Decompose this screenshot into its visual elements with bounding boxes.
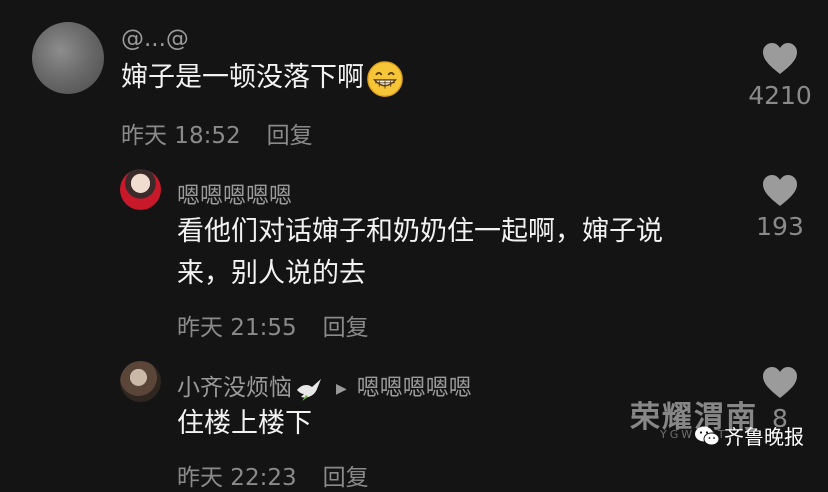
comment-time: 昨天 21:55 (177, 315, 297, 341)
reply-button[interactable]: 回复 (323, 315, 369, 341)
comment-username[interactable]: 小齐没烦恼 (177, 375, 292, 401)
like-count: 193 (756, 212, 804, 241)
like-heart-icon[interactable] (762, 174, 798, 208)
comment-text: 住楼上楼下 (177, 408, 312, 439)
comment-username[interactable]: @...@ (121, 26, 189, 52)
wechat-icon (695, 426, 720, 445)
comment-text-content: 婶子是一顿没落下啊 (121, 62, 364, 93)
comment-text-line1: 看他们对话婶子和奶奶住一起啊，婶子说 (177, 216, 663, 247)
reply-button[interactable]: 回复 (267, 123, 313, 149)
comment-time: 昨天 22:23 (177, 465, 297, 491)
comment-text: 婶子是一顿没落下啊 (121, 55, 404, 100)
brand-name: 齐鲁晚报 (724, 425, 804, 449)
like-count: 4210 (748, 81, 812, 110)
grinning-face-icon (367, 60, 403, 97)
user-avatar[interactable] (32, 22, 104, 94)
reply-header: 小齐没烦恼 ▶ 嗯嗯嗯嗯嗯 (177, 368, 472, 402)
comment-text-line2: 来，别人说的去 (177, 258, 366, 289)
like-heart-icon[interactable] (762, 42, 798, 76)
user-avatar[interactable] (120, 361, 161, 402)
dove-icon (297, 378, 321, 401)
like-heart-icon[interactable] (762, 366, 798, 400)
comment-username[interactable]: 嗯嗯嗯嗯嗯 (177, 176, 292, 210)
reply-arrow-icon: ▶ (336, 380, 347, 397)
reply-to-username[interactable]: 嗯嗯嗯嗯嗯 (357, 375, 472, 401)
reply-button[interactable]: 回复 (323, 465, 369, 491)
comment-meta: 昨天 21:55 回复 (177, 308, 369, 342)
comment-meta: 昨天 18:52 回复 (121, 116, 313, 150)
user-avatar[interactable] (120, 169, 161, 210)
comment-time: 昨天 18:52 (121, 123, 241, 149)
watermark-brand: 齐鲁晚报 (694, 421, 804, 450)
comment-meta: 昨天 22:23 回复 (177, 458, 369, 492)
